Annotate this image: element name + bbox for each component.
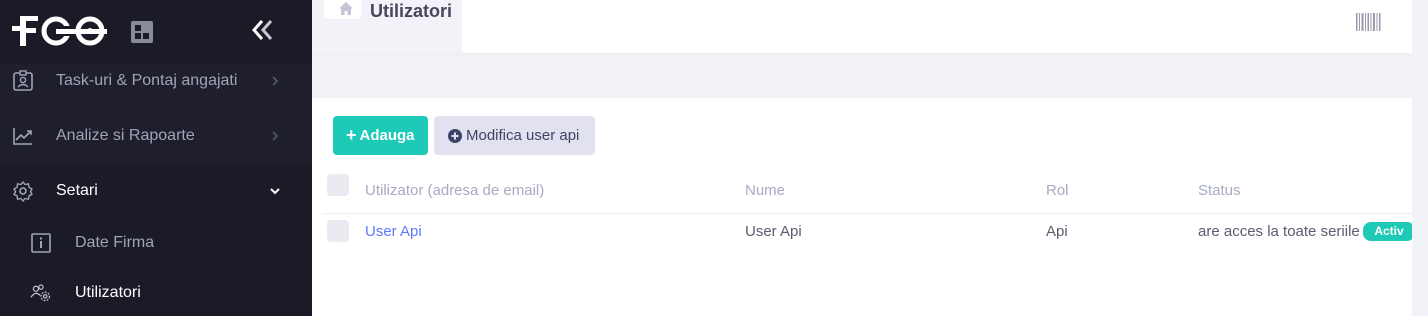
top-header: Utilizatori	[312, 0, 1412, 53]
modify-api-user-button[interactable]: Modifica user api	[434, 116, 595, 155]
select-all-checkbox[interactable]	[327, 174, 349, 196]
page-title: Utilizatori	[370, 1, 453, 21]
user-email-link[interactable]: User Api	[365, 223, 422, 240]
plus-icon: +	[346, 125, 357, 145]
add-user-button[interactable]: + Adauga	[333, 116, 428, 155]
breadcrumb: Utilizatori	[312, 0, 462, 53]
row-checkbox[interactable]	[327, 220, 349, 242]
sidebar-item-label: Analize si Rapoarte	[56, 127, 195, 144]
modify-api-user-label: Modifica user api	[466, 127, 580, 144]
user-role-cell: Api	[1046, 223, 1068, 240]
column-header-user[interactable]: Utilizator (adresa de email)	[365, 182, 544, 199]
sidebar-item-date-firma[interactable]: Date Firma	[0, 218, 312, 268]
sidebar-item-setari[interactable]: Setari	[0, 164, 312, 218]
collapse-sidebar-icon[interactable]	[250, 18, 276, 42]
scrollbar[interactable]	[1412, 0, 1428, 316]
gear-icon	[13, 181, 33, 202]
user-name-cell: User Api	[745, 223, 802, 240]
sidebar-item-label: Task-uri & Pontaj angajati	[56, 72, 238, 89]
column-header-role[interactable]: Rol	[1046, 182, 1069, 199]
column-header-name[interactable]: Nume	[745, 182, 785, 199]
status-badge: Activ	[1363, 222, 1415, 241]
column-header-status[interactable]: Status	[1198, 182, 1241, 199]
add-user-label: Adauga	[359, 127, 415, 144]
sidebar-item-utilizatori[interactable]: Utilizatori	[0, 268, 312, 316]
chevron-right-icon	[272, 131, 279, 141]
grid-box-icon[interactable]	[131, 21, 153, 43]
sidebar-subitem-label: Utilizatori	[75, 284, 141, 301]
sidebar-item-task-uri[interactable]: Task-uri & Pontaj angajati	[0, 54, 312, 108]
id-badge-icon	[13, 70, 33, 91]
chevron-right-icon	[272, 76, 279, 86]
fgo-logo[interactable]	[12, 12, 112, 50]
info-box-icon	[31, 233, 51, 253]
users-gear-icon	[30, 284, 51, 302]
circle-plus-icon	[448, 128, 462, 143]
home-icon[interactable]	[339, 2, 353, 15]
chart-line-icon	[13, 128, 32, 145]
users-panel: + Adauga Modifica user api Utilizator (a…	[312, 98, 1428, 316]
table-divider	[322, 213, 1428, 214]
sidebar-subitem-label: Date Firma	[75, 234, 155, 251]
chevron-down-icon	[270, 188, 280, 195]
user-status-cell: are acces la toate seriile	[1198, 223, 1360, 240]
barcode-icon[interactable]	[1356, 13, 1382, 31]
sidebar-item-analize[interactable]: Analize si Rapoarte	[0, 109, 312, 163]
sidebar-item-label: Setari	[56, 182, 98, 199]
sidebar: Task-uri & Pontaj angajati Analize si Ra…	[0, 0, 312, 316]
